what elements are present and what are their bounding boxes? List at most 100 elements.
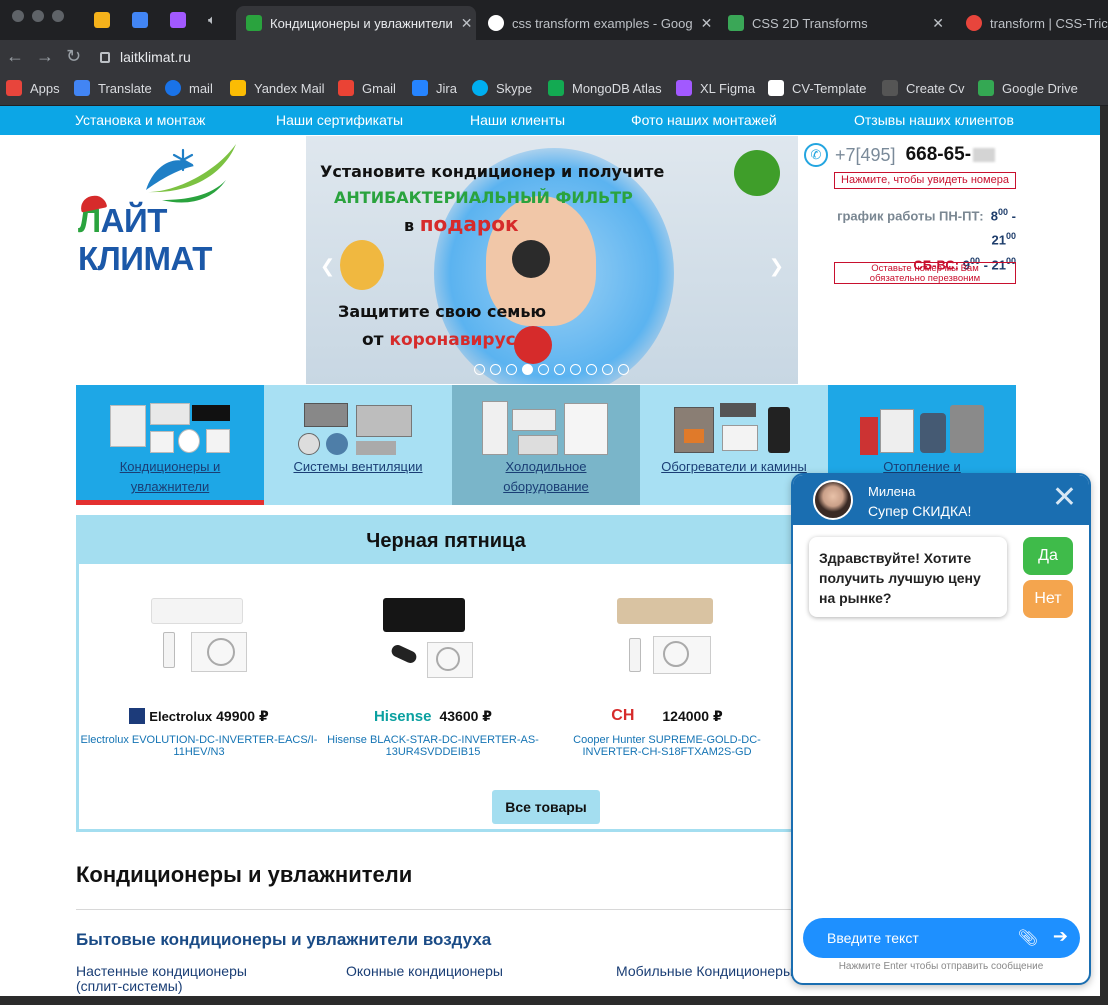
close-tab-icon[interactable]: ✕	[924, 15, 944, 32]
nav-installation[interactable]: Установка и монтаж	[75, 112, 205, 128]
bookmark-mongodb[interactable]: MongoDB Atlas	[548, 80, 662, 96]
send-arrow-icon[interactable]: ➔	[1053, 926, 1068, 947]
slider-next-icon[interactable]: ❯	[769, 256, 784, 277]
product-image	[383, 598, 483, 698]
product-card[interactable]: CH 124000 ₽ Cooper Hunter SUPREME-GOLD-D…	[547, 578, 787, 758]
reload-icon[interactable]: ↻	[66, 46, 81, 67]
slide-dot[interactable]	[618, 364, 629, 375]
bookmark-skype[interactable]: Skype	[472, 80, 532, 96]
banner-line-4: Защитите свою семью	[338, 302, 547, 321]
bookmark-create-cv[interactable]: Create Cv	[882, 80, 965, 96]
bookmark-apps[interactable]: Apps	[6, 80, 60, 96]
tab-css-tricks[interactable]: transform | CSS-Tricks	[956, 6, 1108, 40]
black-friday-title: Черная пятница	[79, 518, 813, 564]
pinned-tab-icon[interactable]	[94, 12, 110, 28]
pinned-figma-icon[interactable]	[170, 12, 186, 28]
banner-text: от	[362, 330, 390, 350]
slide-dot[interactable]	[506, 364, 517, 375]
tab-w3-transforms[interactable]: CSS 2D Transforms ✕	[718, 6, 954, 40]
category-air-conditioners[interactable]: Кондиционеры и увлажнители	[76, 385, 264, 505]
forward-icon[interactable]: →	[36, 46, 54, 67]
close-tab-icon[interactable]: ✕	[453, 15, 473, 32]
heaters-image	[670, 399, 798, 457]
phone-prefix: +7[495]	[835, 144, 896, 165]
slide-dot[interactable]	[474, 364, 485, 375]
slider-prev-icon[interactable]: ❮	[320, 256, 335, 277]
minimize-window-dot[interactable]	[32, 10, 44, 22]
back-icon[interactable]: ←	[6, 46, 24, 67]
category-label[interactable]: Системы вентиляции	[274, 457, 442, 477]
product-card[interactable]: Hisense 43600 ₽ Hisense BLACK-STAR-DC-IN…	[313, 578, 553, 758]
product-name-link[interactable]: Electrolux EVOLUTION-DC-INVERTER-EACS/I-…	[79, 734, 319, 758]
slide-dot-active[interactable]	[522, 364, 533, 375]
link-mobile-ac[interactable]: Мобильные Кондиционеры	[616, 964, 793, 979]
url-field[interactable]: laitklimat.ru	[100, 44, 1108, 70]
close-tab-icon[interactable]: ✕	[693, 15, 713, 32]
price-row: CH 124000 ₽	[547, 706, 787, 726]
bookmark-figma[interactable]: XL Figma	[676, 80, 755, 96]
nav-certificates[interactable]: Наши сертификаты	[276, 112, 403, 128]
hours-label: график работы ПН-ПТ:	[837, 208, 984, 224]
brand-name: Hisense	[373, 707, 432, 725]
nav-clients[interactable]: Наши клиенты	[470, 112, 565, 128]
site-logo[interactable]: ЛАЙТ КЛИМАТ	[76, 140, 306, 277]
ventilation-image	[294, 399, 422, 457]
bookmark-yandex-mail[interactable]: Yandex Mail	[230, 80, 325, 96]
google-favicon	[488, 15, 504, 31]
slide-dot[interactable]	[554, 364, 565, 375]
link-wall-ac[interactable]: Настенные кондиционеры (сплит-системы)	[76, 964, 276, 994]
weekday-to: 21	[991, 232, 1006, 248]
slide-dot[interactable]	[602, 364, 613, 375]
tab-laitklimat[interactable]: Кондиционеры и увлажнители ✕	[236, 6, 476, 40]
slide-dot[interactable]	[490, 364, 501, 375]
maximize-window-dot[interactable]	[52, 10, 64, 22]
category-ventilation[interactable]: Системы вентиляции	[264, 385, 452, 505]
agent-avatar	[813, 480, 853, 520]
close-window-dot[interactable]	[12, 10, 24, 22]
logo-wordmark: ЛАЙТ КЛИМАТ	[78, 202, 306, 278]
category-refrigeration[interactable]: Холодильное оборудование	[452, 385, 640, 505]
nav-photos[interactable]: Фото наших монтажей	[631, 112, 777, 128]
close-icon[interactable]: ✕	[1052, 483, 1077, 513]
promo-banner-slider[interactable]: Установите кондиционер и получите АНТИБА…	[306, 136, 798, 384]
bookmark-label: Yandex Mail	[254, 80, 325, 96]
divider	[76, 909, 796, 910]
slide-dot[interactable]	[570, 364, 581, 375]
tab-title: CSS 2D Transforms	[752, 15, 868, 31]
gmail-icon	[338, 80, 354, 96]
slide-dot[interactable]	[586, 364, 597, 375]
slide-dot[interactable]	[538, 364, 549, 375]
subsection-title[interactable]: Бытовые кондиционеры и увлажнители возду…	[76, 930, 491, 950]
attach-icon[interactable]: 📎︎	[1018, 928, 1038, 948]
category-label[interactable]: Холодильное оборудование	[462, 457, 630, 497]
lock-icon	[100, 51, 110, 63]
nav-reviews[interactable]: Отзывы наших клиентов	[854, 112, 1014, 128]
page-scrollbar[interactable]	[1100, 106, 1108, 996]
yes-button[interactable]: Да	[1023, 537, 1073, 575]
tab-google-search[interactable]: css transform examples - Goog ✕	[478, 6, 718, 40]
chat-promo-text: Супер СКИДКА!	[868, 503, 972, 519]
no-button[interactable]: Нет	[1023, 580, 1073, 618]
section-title: Кондиционеры и увлажнители	[76, 862, 413, 887]
show-numbers-button[interactable]: Нажмите, чтобы увидеть номера	[834, 172, 1016, 189]
category-label[interactable]: Обогреватели и камины	[650, 457, 818, 477]
bookmark-gmail[interactable]: Gmail	[338, 80, 396, 96]
chat-message-input[interactable]: Введите текст 📎︎ ➔	[803, 918, 1080, 958]
bookmark-jira[interactable]: Jira	[412, 80, 457, 96]
bookmark-google-drive[interactable]: Google Drive	[978, 80, 1078, 96]
phone-number[interactable]: ✆ +7[495] 668-65-	[804, 143, 996, 167]
bookmark-cv-template[interactable]: CV-Template	[768, 80, 866, 96]
bookmark-translate[interactable]: Translate	[74, 80, 152, 96]
pinned-translate-icon[interactable]	[132, 12, 148, 28]
product-name-link[interactable]: Hisense BLACK-STAR-DC-INVERTER-AS-13UR4S…	[313, 734, 553, 758]
banner-line-1: Установите кондиционер и получите	[320, 162, 665, 181]
css-tricks-favicon	[966, 15, 982, 31]
link-window-ac[interactable]: Оконные кондиционеры	[346, 964, 503, 979]
bookmark-mail[interactable]: mail	[165, 80, 213, 96]
callback-button[interactable]: Оставьте номер мы Вам обязательно перезв…	[834, 262, 1016, 284]
category-label[interactable]: Кондиционеры и увлажнители	[86, 457, 254, 497]
product-card[interactable]: Electrolux 49900 ₽ Electrolux EVOLUTION-…	[79, 578, 319, 758]
jira-icon	[412, 80, 428, 96]
all-products-button[interactable]: Все товары	[492, 790, 600, 824]
product-name-link[interactable]: Cooper Hunter SUPREME-GOLD-DC-INVERTER-C…	[547, 734, 787, 758]
